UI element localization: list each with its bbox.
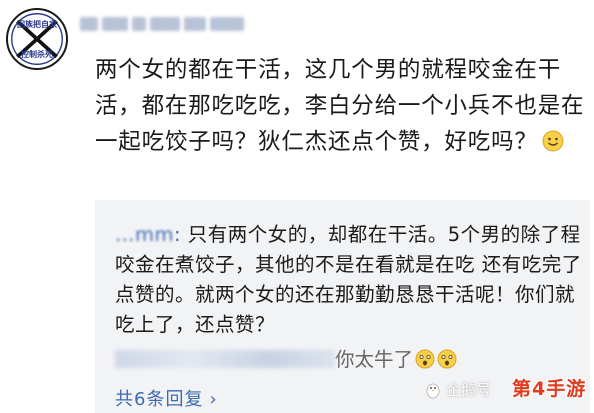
amazed-face-icon (415, 349, 435, 369)
chevron-right-icon: › (209, 389, 218, 410)
second-reply-text: 你太牛了 (335, 348, 414, 371)
avatar-seal-icon (11, 13, 63, 65)
amazed-face-icon (437, 349, 457, 369)
comment-post: 回族把自家 控制杀死 两个女的都在干活，这几个男的就程咬金在干活，都在那吃吃吃，… (0, 0, 594, 413)
penguin-icon (426, 383, 440, 399)
view-more-replies-link[interactable]: 共6条回复 › (115, 388, 218, 412)
post-text: 两个女的都在干活，这几个男的就程咬金在干活，都在那吃吃吃，李白分给一个小兵不也是… (95, 57, 585, 155)
view-more-replies-label: 共6条回复 (115, 389, 204, 410)
post-body: 两个女的都在干活，这几个男的就程咬金在干活，都在那吃吃吃，李白分给一个小兵不也是… (95, 52, 585, 160)
brand-watermark: 第4手游 (512, 378, 587, 400)
avatar-seal-top-text: 回族把自家 (17, 20, 57, 29)
smiley-icon (542, 130, 564, 152)
source-watermark-text: 企鹅号 (446, 381, 492, 399)
second-reply: 你太牛了 (115, 345, 585, 375)
reply-text: 只有两个女的，却都在干活。5个男的除了程咬金在煮饺子，其他的不是在看就是在吃 还… (115, 223, 582, 336)
reply-username[interactable]: …mm (115, 223, 174, 246)
avatar-seal-bottom-text: 控制杀死 (21, 50, 53, 59)
source-watermark: 企鹅号 (424, 379, 491, 401)
reply-body: …mm: 只有两个女的，却都在干活。5个男的除了程咬金在煮饺子，其他的不是在看就… (115, 220, 585, 340)
username-blurred[interactable] (80, 12, 250, 36)
user-avatar[interactable]: 回族把自家 控制杀死 (6, 8, 68, 70)
second-reply-username-blurred[interactable] (115, 350, 335, 368)
